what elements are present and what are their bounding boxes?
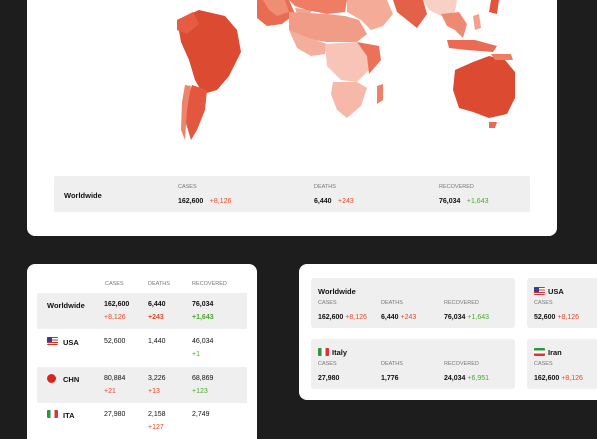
recovered-label: RECOVERED bbox=[439, 184, 474, 190]
worldwide-cases-stat: CASES 162,600 +8,126 bbox=[178, 184, 231, 208]
row-cases: 27,980 bbox=[104, 411, 126, 418]
row-name: CHN bbox=[63, 375, 80, 384]
deaths-label: DEATHS bbox=[314, 184, 336, 190]
card-deaths: DEATHS 1,776 bbox=[381, 361, 403, 382]
row-recovered: 46,034 +1 bbox=[192, 338, 214, 358]
card-cases: CASES 162,600 +8,126 bbox=[318, 300, 367, 321]
row-cases: 162,600 +8,126 bbox=[104, 301, 130, 321]
it-flag-icon bbox=[318, 348, 329, 356]
map-region-tasmania[interactable] bbox=[489, 122, 497, 128]
map-region-southeast-asia[interactable] bbox=[441, 12, 467, 38]
card-recovered: RECOVERED 76,034 +1,643 bbox=[444, 300, 490, 321]
map-region-madagascar[interactable] bbox=[377, 84, 383, 104]
recovered-delta: +1,643 bbox=[466, 198, 489, 205]
card-title: USA bbox=[548, 287, 564, 296]
row-recovered: 68,869 +123 bbox=[192, 375, 214, 395]
row-deaths: 6,440 +243 bbox=[148, 301, 166, 321]
row-name: Worldwide bbox=[47, 301, 85, 310]
card-recovered: RECOVERED 24,034 +6,951 bbox=[444, 361, 490, 382]
table-row-chn[interactable]: CHN 80,884 +21 3,226 +13 68,869 +123 bbox=[37, 367, 247, 403]
cases-delta: +8,126 bbox=[209, 198, 232, 205]
row-deaths: 1,440 bbox=[148, 338, 166, 345]
table-row-usa[interactable]: USA 52,600 1,440 46,034 +1 bbox=[37, 331, 247, 365]
row-cases: 52,600 bbox=[104, 338, 126, 345]
header-deaths: DEATHS bbox=[148, 281, 170, 287]
row-name: ITA bbox=[63, 411, 75, 420]
worldwide-card[interactable]: Worldwide CASES 162,600 +8,126 DEATHS 6,4… bbox=[311, 278, 515, 328]
row-recovered: 76,034 +1,643 bbox=[192, 301, 214, 321]
card-deaths: DEATHS 6,440 +243 bbox=[381, 300, 417, 321]
card-title: Worldwide bbox=[318, 287, 356, 296]
map-region-japan[interactable] bbox=[489, 0, 499, 14]
map-region-philippines[interactable] bbox=[473, 14, 481, 30]
cases-label: CASES bbox=[178, 184, 197, 190]
iran-card[interactable]: Iran CASES 162,600 +8,126 bbox=[527, 339, 597, 389]
cases-value: 162,600 bbox=[178, 198, 204, 205]
header-cases: CASES bbox=[105, 281, 124, 287]
usa-card[interactable]: USA CASES 52,600 +8,126 bbox=[527, 278, 597, 328]
ir-flag-icon bbox=[534, 348, 545, 356]
worldwide-summary-bar[interactable]: Worldwide CASES 162,600 +8,126 DEATHS 6,… bbox=[54, 176, 530, 212]
deaths-value: 6,440 bbox=[314, 198, 332, 205]
cn-flag-icon bbox=[47, 374, 56, 383]
worldwide-deaths-stat: DEATHS 6,440 +243 bbox=[314, 184, 354, 208]
map-region-australia[interactable] bbox=[453, 56, 515, 118]
recovered-value: 76,034 bbox=[439, 198, 461, 205]
table-row-ita[interactable]: ITA 27,980 2,158 +127 2,749 bbox=[37, 405, 247, 439]
card-cases: CASES 52,600 +8,126 bbox=[534, 300, 580, 321]
worldwide-title: Worldwide bbox=[64, 191, 102, 200]
country-cards-panel: Worldwide CASES 162,600 +8,126 DEATHS 6,4… bbox=[299, 264, 597, 400]
row-cases: 80,884 +21 bbox=[104, 375, 126, 395]
italy-card[interactable]: Italy CASES 27,980 DEATHS 1,776 RECOVERE… bbox=[311, 339, 515, 389]
table-row-worldwide[interactable]: Worldwide 162,600 +8,126 6,440 +243 76,034… bbox=[37, 293, 247, 329]
world-map-card: Worldwide CASES 162,600 +8,126 DEATHS 6,… bbox=[27, 0, 557, 236]
worldwide-recovered-stat: RECOVERED 76,034 +1,643 bbox=[439, 184, 488, 208]
row-recovered: 2,749 bbox=[192, 411, 210, 418]
header-recovered: RECOVERED bbox=[192, 281, 227, 287]
card-cases: CASES 162,600 +8,126 bbox=[534, 361, 583, 382]
row-deaths: 2,158 +127 bbox=[148, 411, 166, 431]
us-flag-icon bbox=[534, 287, 545, 295]
country-table-card: CASES DEATHS RECOVERED Worldwide 162,600… bbox=[27, 264, 257, 439]
us-flag-icon bbox=[47, 337, 58, 345]
card-cases: CASES 27,980 bbox=[318, 361, 340, 382]
deaths-delta: +243 bbox=[337, 198, 354, 205]
card-title: Italy bbox=[332, 348, 348, 357]
map-region-india[interactable] bbox=[393, 0, 427, 28]
map-region-southern-africa[interactable] bbox=[331, 82, 367, 118]
row-name: USA bbox=[63, 338, 79, 347]
it-flag-icon bbox=[47, 410, 58, 418]
map-region-indonesia[interactable] bbox=[447, 40, 497, 52]
card-title: Iran bbox=[548, 348, 562, 357]
row-deaths: 3,226 +13 bbox=[148, 375, 166, 395]
